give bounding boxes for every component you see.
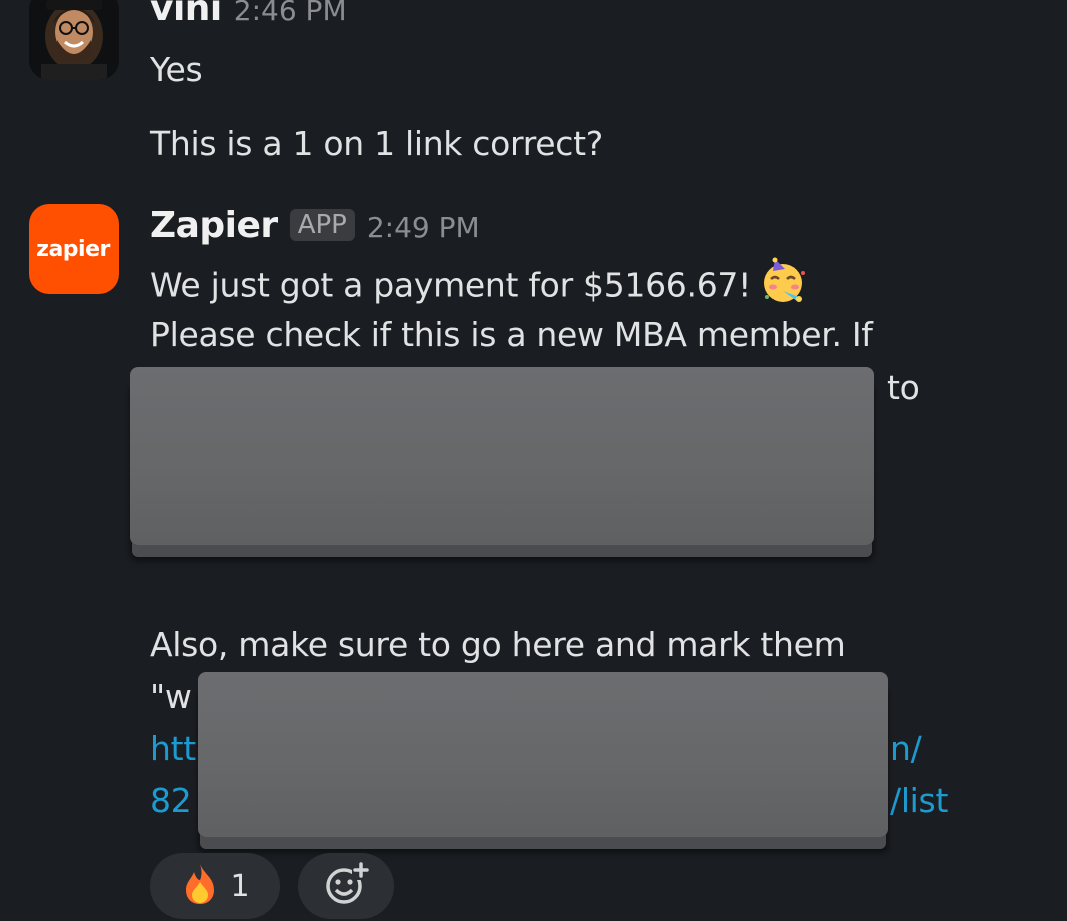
add-reaction-icon — [322, 860, 370, 912]
message-text: "w — [150, 677, 192, 716]
user-photo-icon — [29, 0, 119, 80]
zapier-logo: zapier — [36, 236, 110, 262]
message-text: to — [887, 368, 920, 407]
message-link[interactable]: /list — [890, 781, 948, 820]
reaction-count: 1 — [230, 868, 250, 904]
sender-name[interactable]: Zapier — [150, 205, 278, 246]
message-text: Yes — [150, 50, 203, 89]
message-link[interactable]: 82 — [150, 781, 192, 820]
message-text: Please check if this is a new MBA member… — [150, 315, 873, 354]
sender-name[interactable]: vini — [150, 0, 222, 29]
message-header-vini: vini 2:46 PM — [150, 0, 347, 29]
app-badge: APP — [289, 209, 355, 241]
message-link[interactable]: htt — [150, 729, 196, 768]
message-text: This is a 1 on 1 link correct? — [150, 124, 603, 163]
avatar-vini[interactable] — [29, 0, 119, 80]
message-text: Also, make sure to go here and mark them — [150, 625, 846, 664]
partying-face-emoji — [759, 257, 807, 305]
add-reaction-button[interactable] — [298, 853, 394, 919]
reaction-fire-button[interactable]: 1 — [150, 853, 280, 919]
message-timestamp[interactable]: 2:46 PM — [234, 0, 347, 27]
message-text-segment: We just got a payment for $5166.67! — [150, 265, 752, 305]
redaction-block — [198, 672, 888, 837]
fire-icon — [180, 862, 220, 910]
redaction-block — [130, 367, 874, 545]
message-timestamp[interactable]: 2:49 PM — [367, 211, 480, 244]
message-link[interactable]: n/ — [890, 729, 922, 768]
message-header-zapier: Zapier APP 2:49 PM — [150, 205, 480, 246]
avatar-zapier[interactable]: zapier — [29, 204, 119, 294]
message-text: We just got a payment for $5166.67! — [150, 257, 807, 311]
